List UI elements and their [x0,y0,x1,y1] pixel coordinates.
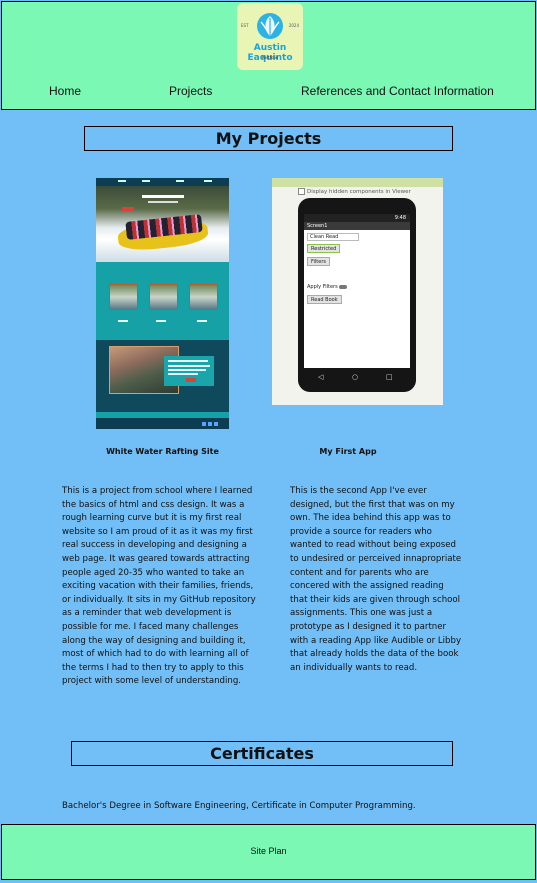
nav-projects[interactable]: Projects [169,84,212,98]
projects-heading: My Projects [84,126,453,151]
certificates-heading: Certificates [71,741,453,766]
project-caption-app: My First App [319,447,377,456]
logo-year-left: EST [241,23,249,28]
app-filters-button: Filters [307,257,330,266]
site-plan-link[interactable]: Site Plan [2,846,535,856]
logo-subtitle: Portfolio [261,55,279,60]
site-logo[interactable]: EST 2024 Austin Eaquinto Portfolio [237,3,303,70]
project-description-rafting: This is a project from school where I le… [62,486,256,687]
app-textbox: Clean Read [307,233,359,241]
phone-mockup: 9:48 Screen1 Clean Read Restricted Filte… [298,198,416,392]
hidden-components-checkbox: Display hidden components in Viewer [298,188,411,195]
back-icon: ◁ [318,373,324,381]
logo-year-right: 2024 [288,23,299,28]
project-caption-rafting: White Water Rafting Site [106,447,219,456]
recents-icon: □ [386,373,393,381]
logo-name: Austin Eaquinto [247,43,293,63]
app-read-book-button: Read Book [307,295,342,304]
site-header: EST 2024 Austin Eaquinto Portfolio Home … [1,1,536,110]
rafting-site-screenshot [96,178,229,429]
leaf-badge-icon [257,13,283,39]
app-restricted-button: Restricted [307,244,341,253]
nav-references-contact[interactable]: References and Contact Information [301,84,494,98]
home-circle-icon: ○ [352,373,359,381]
project-description-app: This is the second App I've ever designe… [290,486,462,673]
nav-home[interactable]: Home [49,84,81,98]
certificates-text: Bachelor's Degree in Software Engineerin… [62,801,416,811]
phone-time: 9:48 [394,215,406,221]
app-apply-filters-switch: Apply Filters [307,284,347,290]
phone-screen-title: Screen1 [307,223,328,229]
app-screenshot: Display hidden components in Viewer 9:48… [272,178,443,405]
site-footer: Site Plan [1,824,536,880]
